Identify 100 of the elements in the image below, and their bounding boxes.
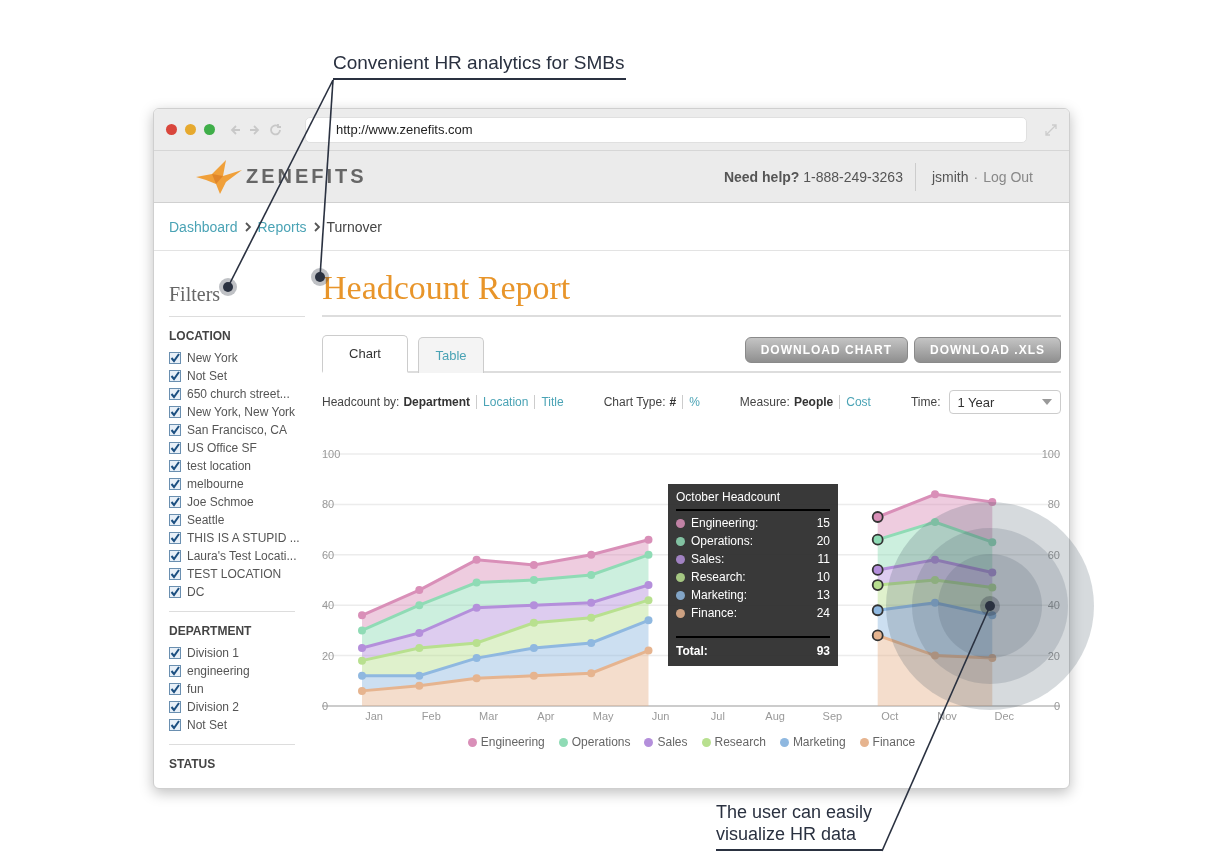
- hover-marker: [871, 564, 884, 576]
- filter-label: Seattle: [187, 513, 225, 527]
- checkbox[interactable]: [169, 568, 181, 580]
- filter-label: San Francisco, CA: [187, 423, 288, 437]
- checkbox[interactable]: [169, 647, 181, 659]
- axis-label: Oct: [881, 710, 899, 722]
- checkbox[interactable]: [169, 683, 181, 695]
- checkbox[interactable]: [169, 701, 181, 713]
- checkbox[interactable]: [169, 370, 181, 382]
- option-link[interactable]: Title: [534, 395, 570, 409]
- checkbox[interactable]: [169, 719, 181, 731]
- close-icon[interactable]: [166, 124, 177, 135]
- legend-label: Research: [714, 735, 766, 749]
- filter-label: DC: [187, 585, 205, 599]
- checkbox[interactable]: [169, 352, 181, 364]
- filter-heading: LOCATION: [169, 329, 232, 343]
- checkbox[interactable]: [169, 514, 181, 526]
- control-label: Measure:: [739, 395, 790, 409]
- breadcrumb-link[interactable]: Dashboard: [169, 218, 238, 235]
- axis-label: 100: [1041, 448, 1060, 460]
- axis-label: 60: [322, 548, 335, 561]
- address-bar[interactable]: http://www.zenefits.com: [305, 116, 1027, 143]
- series-dot: [676, 590, 685, 600]
- option-link[interactable]: Location: [476, 395, 535, 409]
- checkbox[interactable]: [169, 424, 181, 436]
- checkbox[interactable]: [169, 460, 181, 472]
- filter-label: US Office SF: [187, 441, 257, 455]
- option-link[interactable]: Cost: [839, 395, 877, 409]
- legend-label: Sales: [657, 735, 688, 749]
- control-label: Headcount by:: [322, 395, 400, 409]
- checkbox[interactable]: [169, 442, 181, 454]
- time-dropdown[interactable]: 1 Year: [948, 390, 1061, 414]
- checkbox[interactable]: [169, 665, 181, 677]
- tooltip-label: Research:: [691, 570, 746, 584]
- tooltip-label: Marketing:: [691, 588, 748, 602]
- logout-link[interactable]: Log Out: [983, 168, 1033, 185]
- tooltip-value: 10: [816, 570, 830, 584]
- axis-label: Aug: [765, 710, 785, 722]
- tooltip-value: 20: [816, 534, 830, 548]
- annotation-text: Convenient HR analytics for SMBs: [333, 52, 627, 80]
- axis-label: 0: [322, 700, 329, 712]
- axis-label: Mar: [479, 710, 499, 722]
- checkbox[interactable]: [169, 586, 181, 598]
- axis-label: Jul: [710, 710, 725, 722]
- axis-label: 80: [322, 498, 335, 511]
- option-link[interactable]: %: [682, 395, 706, 409]
- checkbox[interactable]: [169, 478, 181, 490]
- axis-label: 100: [322, 448, 341, 460]
- hover-marker: [871, 533, 884, 546]
- checkbox[interactable]: [169, 550, 181, 562]
- axis-label: Dec: [994, 710, 1015, 722]
- help-text: Need help? 1-888-249-3263: [723, 162, 916, 191]
- filter-label: engineering: [187, 664, 250, 678]
- report-title: Headcount Report: [322, 269, 1061, 317]
- tab[interactable]: Chart: [322, 335, 408, 373]
- filter-heading: STATUS: [169, 757, 217, 771]
- username: jsmith: [931, 168, 969, 185]
- axis-label: Feb: [421, 710, 441, 722]
- axis-label: 40: [322, 599, 335, 612]
- filter-label: Laura's Test Locati...: [187, 549, 297, 563]
- tooltip-label: Engineering:: [691, 516, 759, 530]
- chevron-icon: [312, 221, 321, 232]
- caret-icon: [1042, 399, 1052, 405]
- tooltip-label: Finance:: [691, 606, 738, 620]
- checkbox[interactable]: [169, 406, 181, 418]
- filter-label: test location: [187, 459, 252, 473]
- filter-label: melbourne: [187, 477, 244, 491]
- tooltip-value: 15: [816, 516, 830, 530]
- breadcrumb-link[interactable]: Reports: [257, 218, 307, 235]
- hover-marker: [871, 604, 884, 617]
- filter-label: Division 1: [187, 646, 240, 660]
- axis-label: 80: [1047, 498, 1060, 511]
- separator-dot: ·: [973, 168, 979, 185]
- option-link[interactable]: #: [669, 395, 683, 409]
- tab[interactable]: Table: [418, 337, 484, 373]
- checkbox[interactable]: [169, 388, 181, 400]
- filter-label: Not Set: [187, 369, 228, 383]
- download-button[interactable]: DOWNLOAD CHART: [744, 337, 908, 363]
- tooltip-title: October Headcount: [676, 490, 830, 511]
- tooltip-value: 24: [816, 606, 830, 620]
- axis-label: 20: [322, 649, 335, 662]
- series-dot: [676, 554, 685, 564]
- checkbox[interactable]: [169, 496, 181, 508]
- axis-label: Jan: [365, 710, 383, 722]
- legend-label: Operations: [571, 735, 631, 749]
- option-link[interactable]: People: [793, 395, 840, 409]
- series-dot: [676, 572, 685, 582]
- axis-label: 40: [1047, 599, 1060, 612]
- total-label: Total:: [676, 644, 708, 658]
- axis-label: 0: [1053, 700, 1060, 712]
- checkbox[interactable]: [169, 532, 181, 544]
- tooltip-value: 13: [816, 588, 830, 602]
- filter-label: TEST LOCATION: [187, 567, 282, 581]
- series-dot: [676, 518, 685, 528]
- filter-label: New York, New York: [187, 405, 296, 419]
- download-button[interactable]: DOWNLOAD .XLS: [914, 337, 1061, 363]
- filter-heading: DEPARTMENT: [169, 624, 253, 638]
- tooltip-value: 11: [817, 552, 830, 566]
- hover-marker: [871, 511, 884, 523]
- option-link[interactable]: Department: [403, 395, 477, 409]
